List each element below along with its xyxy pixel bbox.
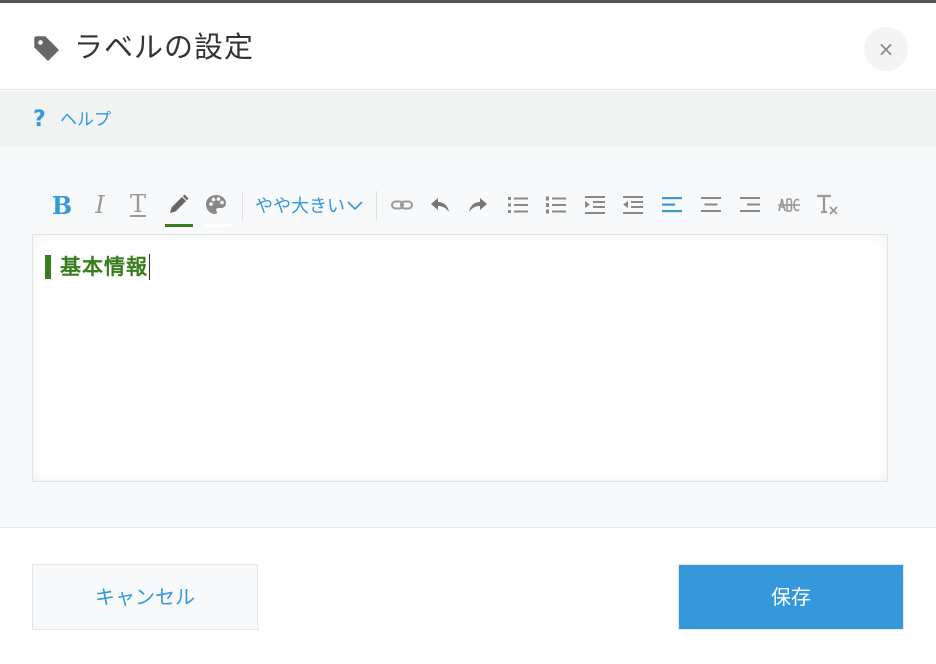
clear-format-button[interactable]	[814, 187, 842, 223]
font-color-button[interactable]	[163, 187, 193, 227]
redo-button[interactable]	[464, 187, 492, 223]
align-center-button[interactable]	[697, 187, 725, 223]
cancel-button[interactable]: キャンセル	[32, 564, 258, 630]
bullet-list-button[interactable]	[504, 187, 532, 223]
indent-button[interactable]	[581, 187, 609, 223]
strikethrough-button[interactable]	[775, 187, 803, 223]
help-bar: ? ヘルプ	[0, 91, 936, 147]
numbered-list-icon	[544, 193, 568, 217]
toolbar-divider	[242, 191, 243, 221]
undo-button[interactable]	[426, 187, 454, 223]
align-center-icon	[699, 193, 723, 217]
font-color-indicator	[165, 224, 193, 227]
text-style-label: T	[129, 190, 146, 218]
clear-format-icon	[815, 192, 841, 218]
editor-content: 基本情報	[45, 253, 150, 281]
link-button[interactable]	[388, 187, 416, 223]
dialog-header: ラベルの設定 ×	[0, 3, 936, 90]
close-icon[interactable]: ×	[878, 37, 895, 61]
align-left-button[interactable]	[658, 187, 686, 223]
editor-text: 基本情報	[60, 255, 148, 279]
indent-icon	[583, 193, 607, 217]
background-color-button[interactable]	[201, 187, 231, 227]
chevron-down-icon	[347, 199, 363, 211]
dialog-body: B I T やや大きい 基本情報	[0, 147, 936, 528]
save-button[interactable]: 保存	[678, 564, 904, 630]
redo-icon	[466, 193, 490, 217]
pencil-icon	[165, 192, 191, 218]
italic-button[interactable]: I	[88, 187, 112, 223]
outdent-button[interactable]	[619, 187, 647, 223]
toolbar-divider	[376, 191, 377, 221]
dialog-title: ラベルの設定	[74, 30, 255, 64]
font-size-label: やや大きい	[255, 196, 345, 217]
help-icon[interactable]: ?	[33, 107, 46, 133]
bullet-list-icon	[506, 193, 530, 217]
align-left-icon	[660, 193, 684, 217]
help-link[interactable]: ヘルプ	[60, 109, 111, 131]
editor-toolbar: B I T やや大きい	[48, 187, 848, 227]
outdent-icon	[621, 193, 645, 217]
font-size-dropdown[interactable]: やや大きい	[255, 187, 375, 223]
align-right-button[interactable]	[736, 187, 764, 223]
undo-icon	[428, 193, 452, 217]
close-button[interactable]: ×	[864, 27, 908, 71]
align-right-icon	[738, 193, 762, 217]
text-caret	[149, 254, 150, 280]
link-icon	[390, 193, 414, 217]
bold-button[interactable]: B	[50, 187, 74, 223]
palette-icon	[203, 192, 229, 218]
background-color-indicator	[203, 224, 231, 227]
tag-icon	[32, 34, 62, 64]
dialog-footer: キャンセル 保存	[0, 529, 936, 664]
strikethrough-icon	[777, 193, 801, 217]
text-style-button[interactable]: T	[126, 187, 150, 223]
label-marker	[45, 255, 51, 279]
rich-text-editor[interactable]: 基本情報	[32, 234, 888, 482]
numbered-list-button[interactable]	[542, 187, 570, 223]
